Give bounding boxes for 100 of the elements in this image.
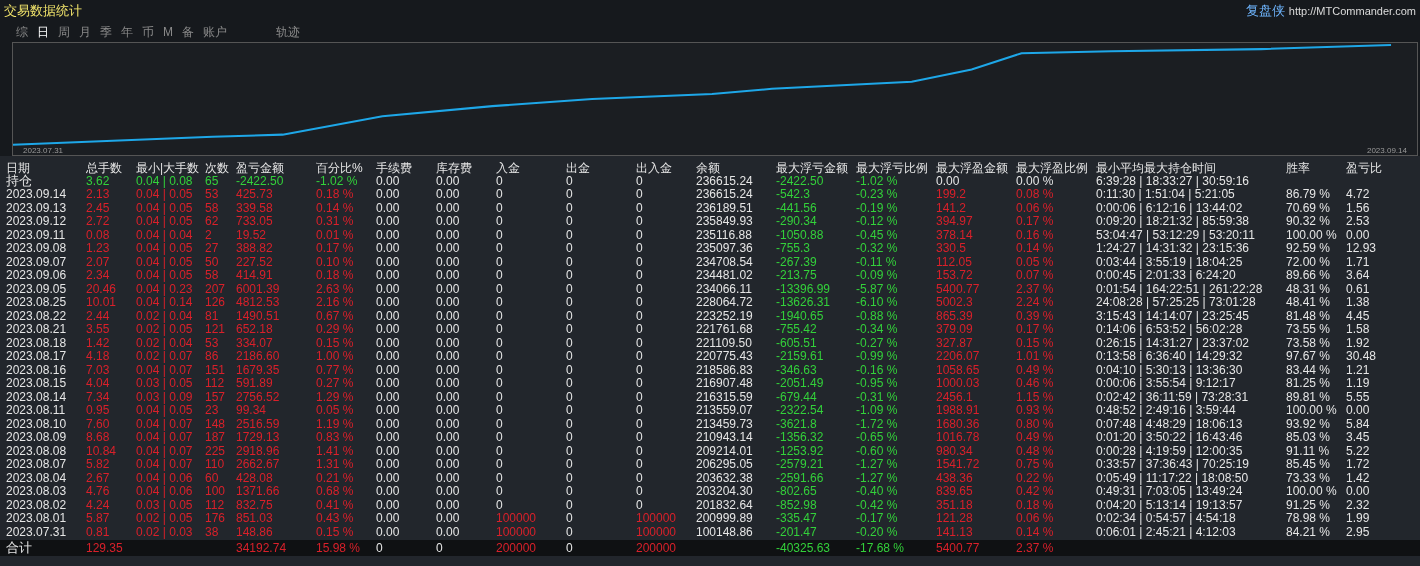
table-cell-text: -0.27 % xyxy=(856,336,899,349)
table-cell-text: 0.21 % xyxy=(316,471,355,484)
table-cell-text: 1.72 xyxy=(1346,458,1371,471)
tab[interactable]: 账户 xyxy=(203,26,227,38)
table-cell-text: 0 xyxy=(566,188,574,201)
table-cell-text: 2023.08.18 xyxy=(6,336,68,349)
table-cell-text: 0.00 xyxy=(376,242,401,255)
table-cell-text: 2023.08.03 xyxy=(6,485,68,498)
brand-link[interactable]: http://MTCommander.com xyxy=(1288,2,1416,20)
table-cell-text: 73.58 % xyxy=(1286,336,1332,349)
table-cell-text: 0 xyxy=(636,201,644,214)
tab[interactable]: 周 xyxy=(58,26,70,38)
table-cell-text: 0.10 % xyxy=(316,255,355,268)
table-cell-text: 3.45 xyxy=(1346,431,1371,444)
table-cell-text: 86 xyxy=(205,350,220,363)
table-cell-text: 2023.08.25 xyxy=(6,296,68,309)
table-cell-text: 48.31 % xyxy=(1286,282,1332,295)
table-cell-text: 0 xyxy=(496,174,503,187)
table-cell-text: 2023.08.02 xyxy=(6,498,68,511)
table-cell-text: 58 xyxy=(205,201,220,214)
table-cell-text: 0 xyxy=(636,336,644,349)
tab[interactable]: 备 xyxy=(182,26,194,38)
table-cell-text: 89.81 % xyxy=(1286,390,1332,403)
table-cell-text: 0 xyxy=(496,404,504,417)
table-cell-text: -605.51 xyxy=(776,336,818,349)
table-cell-text: 7.03 xyxy=(86,363,111,376)
table-cell-text: 223252.19 xyxy=(696,309,754,322)
table-cell-text: 1.42 xyxy=(86,336,111,349)
table-cell-text: 327.87 xyxy=(936,336,974,349)
table-cell-text: 0 xyxy=(566,201,574,214)
table-cell-text: 85.45 % xyxy=(1286,458,1332,471)
table-cell-text: 0.41 % xyxy=(316,498,355,511)
table-cell-text: 1.99 xyxy=(1346,512,1371,525)
table-cell-text: 0.00 xyxy=(376,471,401,484)
table-cell-text: 2023.09.07 xyxy=(6,255,68,268)
table-cell-text: 0:01:54 | 164:22:51 | 261:22:28 xyxy=(1096,282,1264,295)
tab[interactable]: 综 xyxy=(16,26,28,38)
table-cell-text: -0.09 % xyxy=(856,269,899,282)
table-cell-text: 0.14 % xyxy=(316,201,355,214)
table-cell-text: 0.04 | 0.06 xyxy=(136,485,194,498)
table-cell-text: 378.14 xyxy=(936,228,974,241)
table-cell-text: 2023.07.31 xyxy=(6,525,68,538)
table-cell-text: 0.00 xyxy=(376,309,401,322)
table-cell-text: 2023.09.06 xyxy=(6,269,68,282)
table-cell-text: 30.48 xyxy=(1346,350,1378,363)
table-cell-text: 0.00 xyxy=(376,336,401,349)
table-cell-text: 0.68 % xyxy=(316,485,355,498)
table-cell-text: -0.17 % xyxy=(856,512,899,525)
table-cell-text: 2023.08.09 xyxy=(6,431,68,444)
table-cell-text: 20.46 xyxy=(86,282,118,295)
table-cell-text: 0.67 % xyxy=(316,309,355,322)
table-cell-text: 53 xyxy=(205,188,220,201)
table-cell-text: 60 xyxy=(205,471,220,484)
table-cell-text: 0.77 % xyxy=(316,363,355,376)
table-cell-text: 0.04 | 0.07 xyxy=(136,444,194,457)
table-cell-text: 112 xyxy=(205,377,226,390)
table-cell-text: 0.00 xyxy=(436,512,461,525)
table-cell-text: 0 xyxy=(636,188,644,201)
table-cell-text: -267.39 xyxy=(776,255,818,268)
table-cell-text: -852.98 xyxy=(776,498,818,511)
table-cell-text: 0 xyxy=(566,471,574,484)
tab[interactable]: 币 xyxy=(142,26,154,38)
tab[interactable]: 月 xyxy=(79,26,91,38)
table-cell-text: 0 xyxy=(496,228,504,241)
table-cell-text: 0.00 xyxy=(936,174,960,187)
table-cell-text: 2.45 xyxy=(86,201,111,214)
table-cell-text: 0.02 | 0.03 xyxy=(136,525,194,538)
table-cell-text: 100148.86 xyxy=(696,525,754,538)
table-cell-text: 227.52 xyxy=(236,255,274,268)
table-cell-text: 1016.78 xyxy=(936,431,981,444)
table-cell-text: 0 xyxy=(636,323,644,336)
table-cell-text: 218586.83 xyxy=(696,363,754,376)
table-cell-text: 0 xyxy=(636,228,644,241)
table-cell-text: 0.05 % xyxy=(316,404,355,417)
tab[interactable]: 年 xyxy=(121,26,133,38)
table-cell-text: 0 xyxy=(636,485,644,498)
table-cell-text: 0.02 | 0.05 xyxy=(136,512,194,525)
tab[interactable]: M xyxy=(163,26,173,38)
table-cell-text: 1000.03 xyxy=(936,377,981,390)
tab[interactable]: 季 xyxy=(100,26,112,38)
table-cell-text: 203632.38 xyxy=(696,471,754,484)
table-cell-text: 6:39:28 | 18:33:27 | 30:59:16 xyxy=(1096,174,1251,187)
table-cell-text: -0.45 % xyxy=(856,228,899,241)
tab[interactable]: 日 xyxy=(37,26,49,38)
table-cell-text: 0.00 % xyxy=(1016,174,1054,187)
table-cell-text: 0.00 xyxy=(1346,485,1371,498)
table-cell-text: 0:00:06 | 6:12:16 | 13:44:02 xyxy=(1096,201,1244,214)
table-cell-text: 0 xyxy=(566,417,574,430)
table-cell-text: 73.55 % xyxy=(1286,323,1332,336)
table-cell-text: 34192.74 xyxy=(236,541,288,554)
tab[interactable]: 轨迹 xyxy=(276,26,300,38)
table-cell-text: 0 xyxy=(496,269,504,282)
table-cell-text: 0.00 xyxy=(436,323,461,336)
table-cell-text: 4.24 xyxy=(86,498,111,511)
table-cell-text: 7.34 xyxy=(86,390,111,403)
table-cell-text: 0.00 xyxy=(436,431,461,444)
table-cell-text: 839.65 xyxy=(936,485,974,498)
table-cell-text: 0.80 % xyxy=(1016,417,1055,430)
table-cell-text: 438.36 xyxy=(936,471,974,484)
table-cell-text: 62 xyxy=(205,215,220,228)
